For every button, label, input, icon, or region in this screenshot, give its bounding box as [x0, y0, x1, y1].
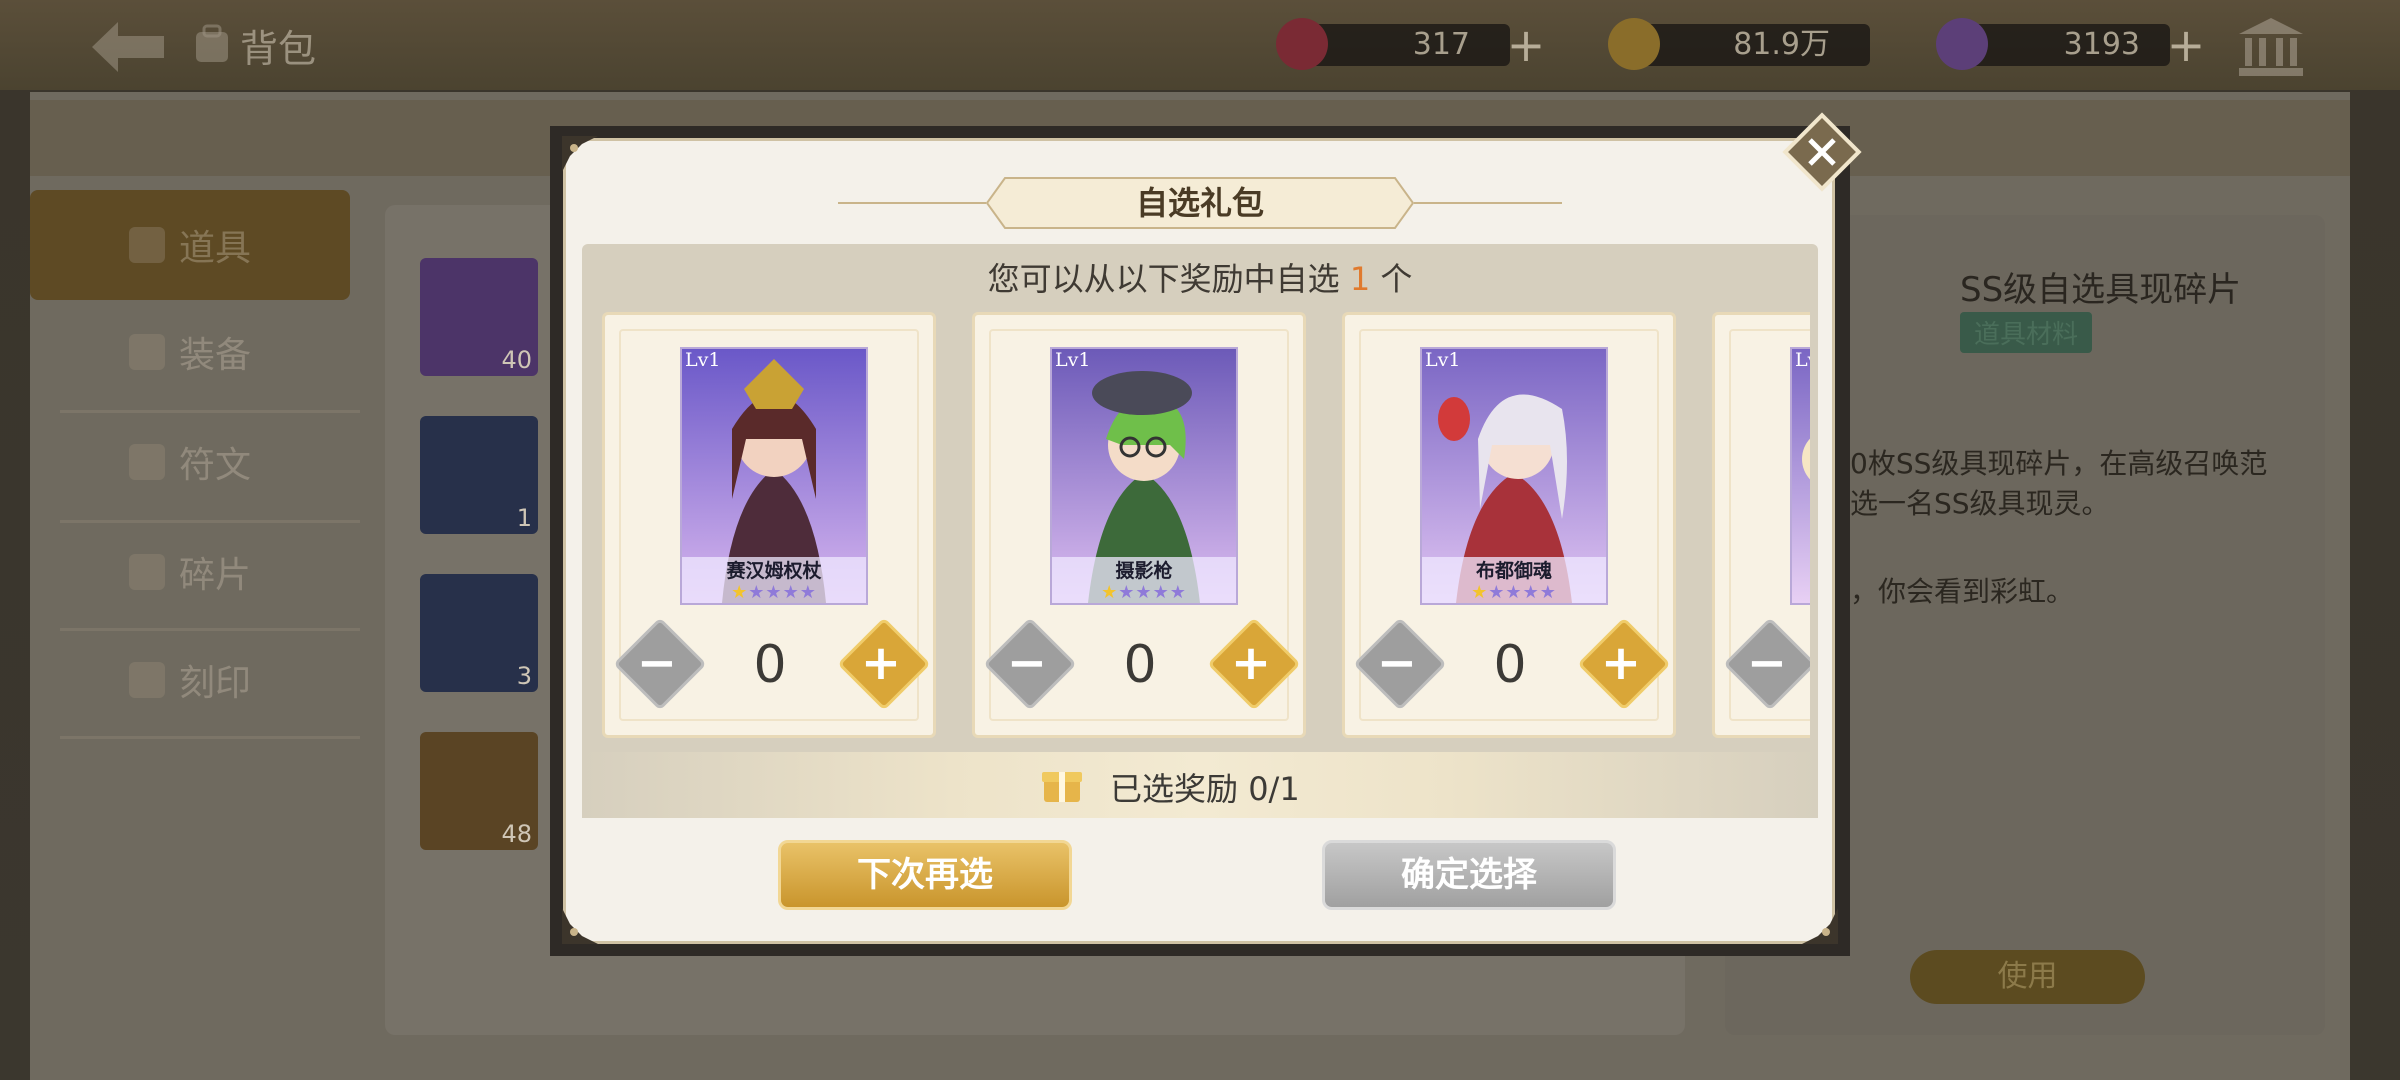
inventory-slot[interactable]: 40	[420, 258, 538, 376]
corner-ornament-icon	[562, 136, 598, 172]
selection-prompt: 您可以从以下奖励中自选 1 个	[582, 254, 1818, 300]
confirm-selection-button[interactable]: 确定选择	[1322, 840, 1616, 910]
potion-icon	[128, 227, 165, 263]
quantity-value: 0	[1493, 635, 1527, 695]
title-decor-line	[838, 202, 986, 204]
item-category-tag: 道具材料	[1960, 312, 2093, 353]
sidebar-item-label: 装备	[178, 335, 251, 376]
sidebar-divider	[60, 736, 360, 739]
minus-icon: −	[1376, 635, 1418, 691]
item-flavor-text: ，你会看到彩虹。	[1850, 575, 2075, 608]
quantity-value: 0	[753, 635, 787, 695]
sidebar-item-items[interactable]: 道具	[30, 195, 350, 295]
sidebar-item-equipment[interactable]: 装备	[30, 302, 350, 402]
resource-stamina: 317 +	[1270, 18, 1550, 70]
resource-gems: 3193 +	[1930, 18, 2210, 70]
sidebar-item-label: 道具	[178, 228, 251, 269]
character-portrait: Lv1 赛汉姆权杖 ★★★★★	[680, 347, 868, 605]
back-button[interactable]	[88, 18, 168, 76]
quantity-value: 0	[1123, 635, 1157, 695]
sidebar-item-shards[interactable]: 碎片	[30, 522, 350, 622]
back-arrow-icon	[92, 22, 164, 72]
seal-icon	[128, 662, 165, 698]
top-bar: 背包 317 + 81.9万 3193 +	[0, 0, 2400, 90]
minus-icon: −	[1006, 635, 1048, 691]
reward-card[interactable]: Lv1 摄影枪 ★★★★★ − 0 +	[972, 312, 1306, 738]
sidebar-item-label: 碎片	[178, 555, 251, 596]
sidebar-item-label: 符文	[178, 445, 251, 486]
selected-value: 0/1	[1248, 770, 1300, 808]
corner-ornament-icon	[1802, 908, 1838, 944]
close-button[interactable]	[1782, 112, 1862, 192]
card-level: Lv1	[685, 349, 721, 371]
reward-card[interactable]: Lv1 赛汉姆权杖 ★★★★★ − 0 +	[602, 312, 936, 738]
quantity-stepper: − 0 +	[975, 615, 1303, 711]
rune-icon	[128, 444, 165, 480]
star-rating: ★★★★★	[731, 582, 817, 603]
shard-icon	[128, 554, 165, 590]
card-level: Lv1	[1055, 349, 1091, 371]
prompt-unit: 个	[1380, 260, 1413, 298]
rainbow-gem-icon	[1936, 18, 1988, 70]
backpack-icon	[196, 24, 228, 62]
bank-icon[interactable]	[2235, 16, 2307, 78]
resource-gold: 81.9万	[1600, 18, 1880, 70]
add-gems-button[interactable]: +	[2166, 22, 2206, 68]
energy-can-icon	[1276, 18, 1328, 70]
page-title: 背包	[240, 27, 317, 71]
slot-count: 48	[501, 820, 532, 848]
prompt-count: 1	[1349, 260, 1371, 298]
quantity-stepper: − 0 +	[1345, 615, 1673, 711]
gift-box-icon	[1042, 772, 1082, 802]
sidebar-item-label: 刻印	[178, 663, 251, 704]
inventory-slot[interactable]: 3	[420, 574, 538, 692]
minus-icon: −	[636, 635, 678, 691]
star-rating: ★★★★★	[1471, 582, 1557, 603]
card-name: 布都御魂	[1475, 560, 1552, 582]
reward-card[interactable]: Lv1 布都御魂 ★★★★★ − 0 +	[1342, 312, 1676, 738]
inventory-slot[interactable]: 1	[420, 416, 538, 534]
reward-card-list[interactable]: Lv1 赛汉姆权杖 ★★★★★ − 0 + Lv1 摄影枪 ★★★★★ − 0 …	[596, 312, 1810, 740]
selected-count: 已选奖励 0/1	[1110, 764, 1300, 810]
item-description: 0枚SS级具现碎片，在高级召唤范 选一名SS级具现灵。	[1850, 447, 2268, 520]
add-stamina-button[interactable]: +	[1506, 22, 1546, 68]
character-portrait: Lv1 布都御魂 ★★★★★	[1420, 347, 1608, 605]
slot-count: 3	[516, 662, 532, 690]
dialog-title: 自选礼包	[1135, 184, 1264, 222]
gold-value: 81.9万	[1733, 27, 1830, 62]
minus-icon: −	[1746, 635, 1788, 691]
card-name: 摄影枪	[1115, 560, 1173, 582]
selected-label: 已选奖励	[1110, 770, 1239, 808]
use-button[interactable]: 使用	[1910, 950, 2145, 1004]
choose-later-button[interactable]: 下次再选	[778, 840, 1072, 910]
sword-icon	[128, 334, 165, 370]
item-name: SS级自选具现碎片	[1960, 270, 2242, 310]
quantity-stepper: − 0 +	[605, 615, 933, 711]
quantity-stepper: −	[1715, 615, 1810, 711]
card-level: Lv1	[1425, 349, 1461, 371]
star-rating: ★★★★★	[1101, 582, 1187, 603]
corner-ornament-icon	[562, 908, 598, 944]
character-portrait: Lv1	[1790, 347, 1810, 605]
reward-card[interactable]: Lv1 −	[1712, 312, 1810, 738]
slot-count: 40	[501, 346, 532, 374]
character-portrait: Lv1 摄影枪 ★★★★★	[1050, 347, 1238, 605]
plus-icon: +	[1600, 635, 1642, 691]
slot-count: 1	[516, 504, 532, 532]
title-decor-line	[1414, 202, 1562, 204]
plus-icon: +	[1230, 635, 1272, 691]
stamina-value: 317	[1412, 27, 1470, 62]
sidebar-item-engravings[interactable]: 刻印	[30, 630, 350, 730]
inventory-slot[interactable]: 48	[420, 732, 538, 850]
prompt-text: 您可以从以下奖励中自选	[987, 260, 1340, 298]
plus-icon: +	[860, 635, 902, 691]
gold-coin-icon	[1608, 18, 1660, 70]
sidebar-item-runes[interactable]: 符文	[30, 412, 350, 512]
gems-value: 3193	[2063, 27, 2140, 62]
card-level: Lv1	[1795, 349, 1810, 371]
card-name: 赛汉姆权杖	[726, 560, 822, 582]
